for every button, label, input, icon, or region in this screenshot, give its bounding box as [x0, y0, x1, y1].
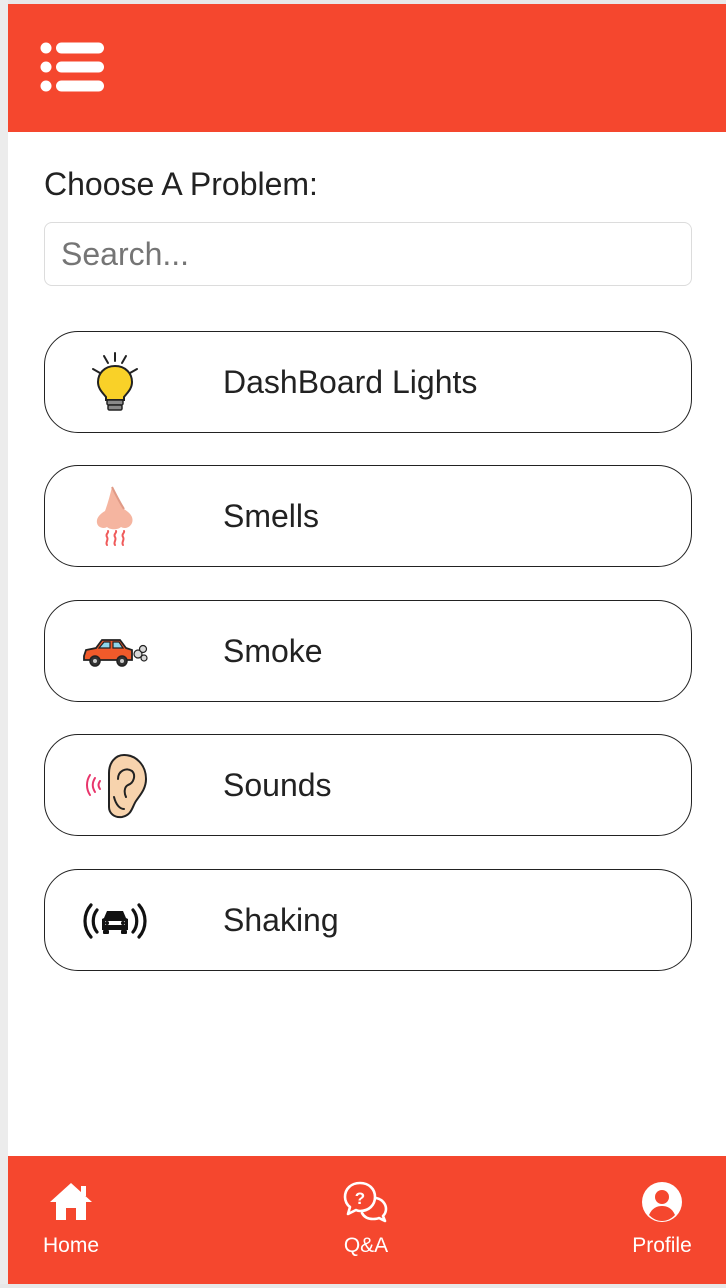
app-header	[8, 4, 726, 132]
problem-smells[interactable]: Smells	[44, 465, 692, 567]
main-content: Choose A Problem: DashBoard Lights	[8, 132, 726, 1156]
app-screen: Choose A Problem: DashBoard Lights	[0, 0, 726, 1288]
bottom-edge	[0, 1284, 726, 1288]
problem-label: Smoke	[223, 633, 323, 669]
problem-label: Smells	[223, 498, 320, 534]
bottom-nav: Home ? Q&A Profile	[8, 1156, 726, 1284]
chat-question-icon: ?	[343, 1181, 388, 1223]
list-menu-icon	[40, 42, 104, 92]
vibrating-car-icon	[79, 890, 151, 952]
home-icon	[50, 1183, 92, 1220]
problem-label: Sounds	[223, 767, 332, 803]
search-input[interactable]	[44, 222, 692, 286]
problem-smoke[interactable]: Smoke	[44, 600, 692, 702]
problem-label: Shaking	[223, 902, 339, 938]
problem-dashboard-lights[interactable]: DashBoard Lights	[44, 331, 692, 433]
menu-button[interactable]	[40, 42, 106, 96]
nav-profile[interactable]: Profile	[607, 1180, 717, 1260]
problem-sounds[interactable]: Sounds	[44, 734, 692, 836]
nav-qa[interactable]: ? Q&A	[311, 1180, 421, 1260]
light-bulb-icon	[79, 352, 151, 414]
user-circle-icon	[642, 1182, 682, 1222]
nav-label: Home	[42, 1234, 100, 1257]
smoking-car-icon	[79, 621, 151, 683]
nav-label: Q&A	[343, 1234, 389, 1257]
ear-icon	[79, 753, 151, 819]
nose-icon	[79, 486, 151, 548]
problem-shaking[interactable]: Shaking	[44, 869, 692, 971]
left-edge	[0, 0, 8, 1288]
svg-text:?: ?	[355, 1189, 365, 1208]
problem-label: DashBoard Lights	[223, 364, 478, 400]
page-title: Choose A Problem:	[44, 166, 318, 202]
nav-label: Profile	[632, 1234, 692, 1257]
nav-home[interactable]: Home	[16, 1180, 126, 1260]
